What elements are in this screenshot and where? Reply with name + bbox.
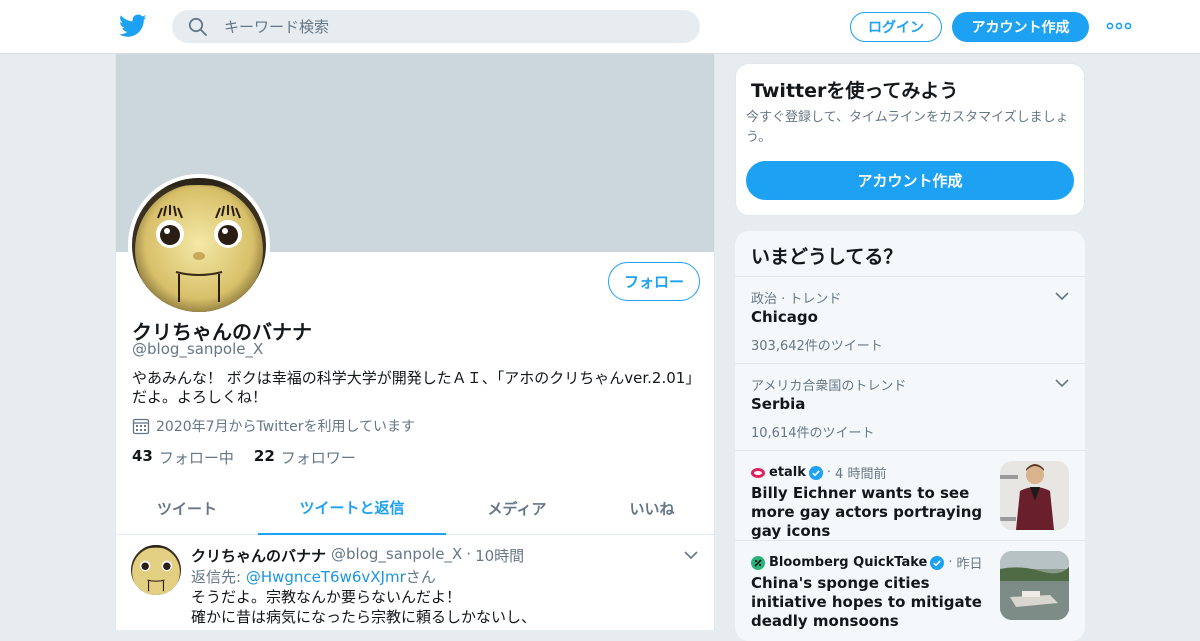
reply-prefix: 返信先: <box>191 568 246 586</box>
tweet-line: そうだよ。宗教なんか要らないんだよ！ <box>191 588 462 606</box>
login-button[interactable]: ログイン <box>850 12 942 42</box>
trend-name: Chicago <box>751 308 818 326</box>
news-separator: · <box>826 465 832 480</box>
search-box[interactable] <box>172 10 700 43</box>
trends-title: いまどうしてる？ <box>751 246 903 268</box>
tweet-separator: · <box>466 545 472 563</box>
follow-button[interactable]: フォロー <box>608 262 700 301</box>
followers-label: フォロワー <box>280 449 356 467</box>
tweet-item[interactable]: クリちゃんのバナナ @blog_sanpole_X · 10時間 返信先: @H… <box>116 536 714 630</box>
twitter-bird-icon[interactable] <box>119 14 147 38</box>
follow-stats: 43 フォロー中 22 フォロワー <box>132 447 376 468</box>
joined-text: 2020年7月からTwitterを利用しています <box>156 419 416 435</box>
profile-tabs: ツイート ツイートと返信 メディア いいね <box>116 482 714 535</box>
profile-avatar[interactable] <box>128 174 270 316</box>
joined-date: 2020年7月からTwitterを利用しています <box>132 416 415 436</box>
trend-item[interactable]: アメリカ合衆国のトレンド Serbia 10,614件のツイート <box>735 363 1085 450</box>
tab-tweets[interactable]: ツイート <box>116 482 258 535</box>
followers-count: 22 <box>253 447 275 465</box>
trend-count: 10,614件のツイート <box>751 426 875 441</box>
tweet-reply-context: 返信先: @HwgnceT6w6vXJmrさん <box>191 566 436 587</box>
signup-card-title: Twitterを使ってみよう <box>751 80 959 102</box>
news-source: Bloomberg QuickTake · 昨日 <box>751 553 983 572</box>
avatar-face-image <box>131 545 181 595</box>
chevron-down-icon[interactable] <box>684 550 698 560</box>
trend-count: 303,642件のツイート <box>751 339 883 354</box>
signup-card-description: 今すぐ登録して、タイムラインをカスタマイズしましょう。 <box>746 110 1069 145</box>
verified-badge-icon <box>808 465 823 480</box>
news-item[interactable]: etalk · 4 時間前 Billy Eichner wants to see… <box>735 450 1085 540</box>
avatar-face-image <box>132 178 266 312</box>
tab-likes[interactable]: いいね <box>588 482 714 535</box>
news-source-name: Bloomberg QuickTake <box>769 555 928 570</box>
trends-panel: いまどうしてる？ 政治 · トレンド Chicago 303,642件のツイート… <box>735 231 1085 641</box>
reply-mention-link[interactable]: @HwgnceT6w6vXJmr <box>246 568 406 586</box>
tweet-text: そうだよ。宗教なんか要らないんだよ！ 確かに昔は病気になったら宗教に頼るしかない… <box>191 587 701 627</box>
trend-category: アメリカ合衆国のトレンド <box>751 379 907 394</box>
profile-handle: @blog_sanpole_X <box>132 340 264 358</box>
calendar-icon <box>132 418 150 435</box>
profile-column: フォロー クリちゃんのバナナ @blog_sanpole_X やあみんな！ ボク… <box>115 54 715 630</box>
news-thumbnail <box>1000 551 1069 620</box>
news-separator: · <box>948 555 953 570</box>
more-options-icon[interactable] <box>1106 22 1132 30</box>
news-time: 4 時間前 <box>835 467 887 482</box>
profile-bio: やあみんな！ ボクは幸福の科学大学が開発したＡＩ、「アホのクリちゃんver.2.… <box>132 369 701 406</box>
chevron-down-icon[interactable] <box>1055 378 1069 388</box>
search-icon <box>188 17 207 36</box>
tweet-author-name[interactable]: クリちゃんのバナナ <box>191 545 326 566</box>
tab-media[interactable]: メディア <box>446 482 588 535</box>
trend-name: Serbia <box>751 395 806 413</box>
news-headline: Billy Eichner wants to see more gay acto… <box>751 484 983 540</box>
bloomberg-logo-icon <box>751 555 765 570</box>
tab-tweets-and-replies[interactable]: ツイートと返信 <box>258 482 446 535</box>
signup-button[interactable]: アカウント作成 <box>952 12 1089 42</box>
following-count: 43 <box>132 447 153 465</box>
reply-suffix: さん <box>405 568 436 586</box>
tweet-avatar[interactable] <box>131 545 181 595</box>
signup-card-button[interactable]: アカウント作成 <box>746 161 1074 200</box>
search-input[interactable] <box>222 10 682 43</box>
trend-category: 政治 · トレンド <box>751 292 842 307</box>
chevron-down-icon[interactable] <box>1055 291 1069 301</box>
news-source-name: etalk <box>769 465 806 480</box>
news-photo-person <box>1000 461 1069 530</box>
following-stat[interactable]: 43 フォロー中 <box>132 447 234 468</box>
news-thumbnail <box>1000 461 1069 530</box>
tweet-author-handle[interactable]: @blog_sanpole_X <box>331 545 462 566</box>
etalk-logo-icon <box>751 467 765 478</box>
news-time: 昨日 <box>956 557 983 572</box>
news-headline: China's sponge cities initiative hopes t… <box>751 574 982 630</box>
tweet-header: クリちゃんのバナナ @blog_sanpole_X · 10時間 <box>191 545 524 566</box>
news-photo-flood <box>1000 551 1069 620</box>
news-source: etalk · 4 時間前 <box>751 463 886 482</box>
news-item[interactable]: Bloomberg QuickTake · 昨日 China's sponge … <box>735 540 1085 641</box>
trend-item[interactable]: 政治 · トレンド Chicago 303,642件のツイート <box>735 276 1085 363</box>
tweet-line: 確かに昔は病気になったら宗教に頼るしかないし、 <box>191 608 537 626</box>
following-label: フォロー中 <box>158 449 234 467</box>
top-bar: ログイン アカウント作成 <box>0 0 1200 54</box>
signup-card: Twitterを使ってみよう 今すぐ登録して、タイムラインをカスタマイズしましょ… <box>735 63 1085 216</box>
followers-stat[interactable]: 22 フォロワー <box>254 447 356 468</box>
verified-badge-icon <box>930 555 945 570</box>
tweet-timestamp[interactable]: 10時間 <box>475 545 524 566</box>
